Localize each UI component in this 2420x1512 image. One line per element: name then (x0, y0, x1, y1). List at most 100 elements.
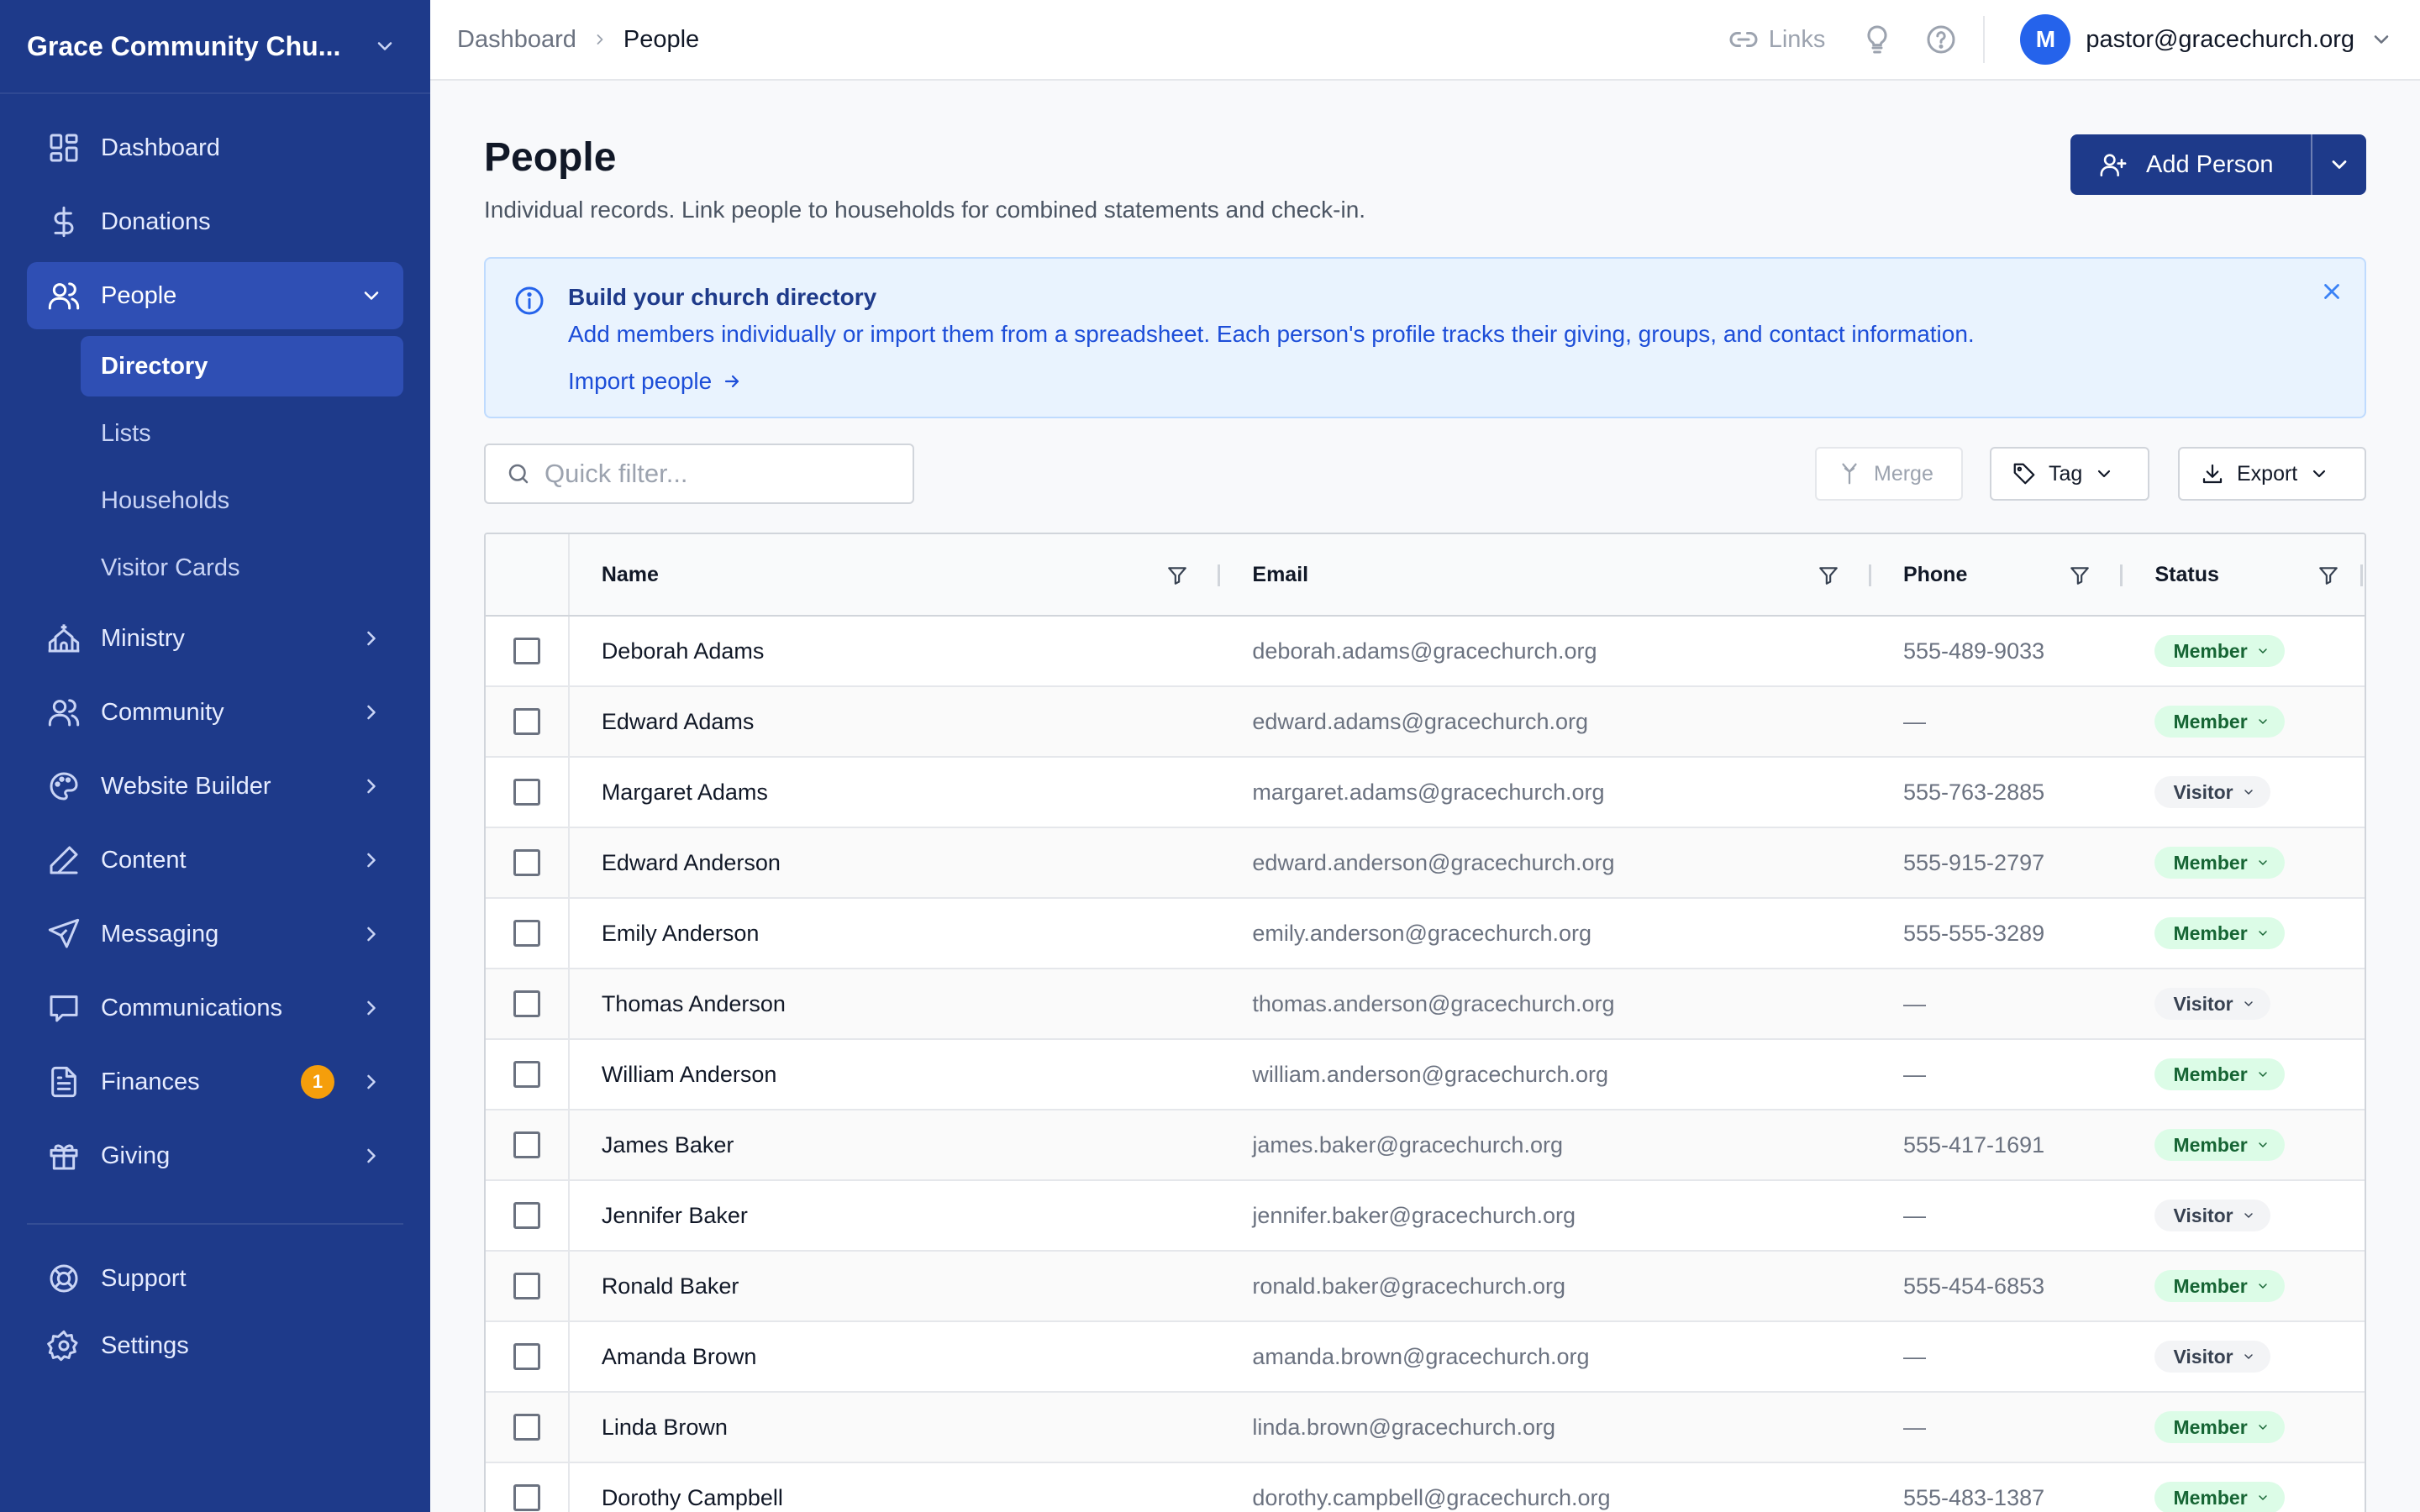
table-row[interactable]: Edward Anderson edward.anderson@gracechur… (486, 828, 2365, 899)
row-checkbox[interactable] (513, 1343, 540, 1370)
status-badge[interactable]: Member (2154, 706, 2285, 738)
add-person-button[interactable]: Add Person (2070, 134, 2311, 195)
status-badge[interactable]: Member (2154, 635, 2285, 667)
breadcrumb-dashboard[interactable]: Dashboard (457, 26, 576, 54)
table-row[interactable]: Linda Brown linda.brown@gracechurch.org — M… (486, 1393, 2365, 1463)
cell-name[interactable]: Dorothy Campbell (570, 1463, 1221, 1512)
tag-button[interactable]: Tag (1990, 447, 2149, 501)
sidebar-item-website-builder[interactable]: Website Builder (27, 753, 403, 820)
filter-icon[interactable] (2069, 564, 2091, 586)
cell-name[interactable]: Linda Brown (570, 1393, 1221, 1462)
row-checkbox[interactable] (513, 849, 540, 876)
table-row[interactable]: Jennifer Baker jennifer.baker@gracechurch… (486, 1181, 2365, 1252)
column-header-label: Status (2154, 562, 2219, 586)
column-header-status[interactable]: Status (2123, 534, 2365, 615)
sidebar-subitem-visitor-cards[interactable]: Visitor Cards (81, 538, 403, 598)
row-checkbox[interactable] (513, 1202, 540, 1229)
sidebar-item-donations[interactable]: Donations (27, 188, 403, 255)
status-badge[interactable]: Visitor (2154, 1200, 2270, 1231)
cell-name[interactable]: Ronald Baker (570, 1252, 1221, 1320)
chevron-down-icon[interactable] (2370, 28, 2393, 51)
help-icon[interactable] (1924, 23, 1958, 56)
sidebar-subitem-lists[interactable]: Lists (81, 403, 403, 464)
sidebar-subitem-households[interactable]: Households (81, 470, 403, 531)
org-switcher[interactable]: Grace Community Chu... (0, 0, 430, 94)
add-person-menu-button[interactable] (2311, 134, 2366, 195)
close-icon[interactable] (2319, 279, 2344, 304)
lightbulb-icon[interactable] (1860, 23, 1894, 56)
cell-name[interactable]: Emily Anderson (570, 899, 1221, 968)
table-row[interactable]: Margaret Adams margaret.adams@gracechurch… (486, 758, 2365, 828)
filter-icon[interactable] (1166, 564, 1188, 586)
cell-name[interactable]: Margaret Adams (570, 758, 1221, 827)
status-badge[interactable]: Visitor (2154, 1341, 2270, 1373)
cell-name[interactable]: William Anderson (570, 1040, 1221, 1109)
links-button[interactable]: Links (1728, 24, 1825, 55)
cell-name[interactable]: James Baker (570, 1110, 1221, 1179)
table-row[interactable]: Amanda Brown amanda.brown@gracechurch.org… (486, 1322, 2365, 1393)
table-row[interactable]: James Baker james.baker@gracechurch.org 55… (486, 1110, 2365, 1181)
row-checkbox[interactable] (513, 1414, 540, 1441)
cell-name[interactable]: Edward Anderson (570, 828, 1221, 897)
row-checkbox[interactable] (513, 1273, 540, 1299)
row-checkbox[interactable] (513, 1131, 540, 1158)
table-row[interactable]: Dorothy Campbell dorothy.campbell@gracech… (486, 1463, 2365, 1512)
row-checkbox[interactable] (513, 1061, 540, 1088)
column-header-phone[interactable]: Phone (1871, 534, 2123, 615)
cell-name[interactable]: Jennifer Baker (570, 1181, 1221, 1250)
sidebar-item-giving[interactable]: Giving (27, 1122, 403, 1189)
cell-email: linda.brown@gracechurch.org (1252, 1414, 1555, 1440)
cell-email: dorothy.campbell@gracechurch.org (1252, 1484, 1611, 1510)
status-badge[interactable]: Member (2154, 1270, 2285, 1302)
quick-filter-input[interactable] (544, 459, 897, 489)
row-checkbox[interactable] (513, 920, 540, 947)
info-icon (515, 286, 544, 315)
merge-button[interactable]: Merge (1815, 447, 1963, 501)
status-badge[interactable]: Member (2154, 1482, 2285, 1512)
table-row[interactable]: Ronald Baker ronald.baker@gracechurch.org… (486, 1252, 2365, 1322)
status-badge[interactable]: Visitor (2154, 776, 2270, 808)
row-checkbox[interactable] (513, 638, 540, 664)
status-badge[interactable]: Member (2154, 917, 2285, 949)
column-resize-handle[interactable] (2360, 564, 2363, 586)
status-badge[interactable]: Member (2154, 1058, 2285, 1090)
sidebar-item-ministry[interactable]: Ministry (27, 605, 403, 672)
filter-icon[interactable] (1818, 564, 1839, 586)
cell-name[interactable]: Thomas Anderson (570, 969, 1221, 1038)
sidebar-item-content[interactable]: Content (27, 827, 403, 894)
sidebar-item-settings[interactable]: Settings (27, 1312, 403, 1379)
table-row[interactable]: Thomas Anderson thomas.anderson@gracechur… (486, 969, 2365, 1040)
table-row[interactable]: William Anderson william.anderson@gracech… (486, 1040, 2365, 1110)
table-row[interactable]: Deborah Adams deborah.adams@gracechurch.o… (486, 617, 2365, 687)
row-checkbox[interactable] (513, 779, 540, 806)
status-badge[interactable]: Visitor (2154, 988, 2270, 1020)
sidebar-subitem-directory[interactable]: Directory (81, 336, 403, 396)
sidebar-item-people[interactable]: People (27, 262, 403, 329)
sidebar-item-dashboard[interactable]: Dashboard (27, 114, 403, 181)
status-badge[interactable]: Member (2154, 1411, 2285, 1443)
cell-name[interactable]: Amanda Brown (570, 1322, 1221, 1391)
sidebar-item-label: Giving (101, 1142, 171, 1169)
row-checkbox[interactable] (513, 1484, 540, 1511)
filter-icon[interactable] (2317, 564, 2339, 586)
table-row[interactable]: Emily Anderson emily.anderson@gracechurch… (486, 899, 2365, 969)
row-checkbox[interactable] (513, 708, 540, 735)
sidebar-item-community[interactable]: Community (27, 679, 403, 746)
cell-name[interactable]: Deborah Adams (570, 617, 1221, 685)
sidebar-item-finances[interactable]: Finances 1 (27, 1048, 403, 1116)
sidebar-item-support[interactable]: Support (27, 1245, 403, 1312)
column-header-name[interactable]: Name (570, 534, 1221, 615)
avatar[interactable]: M (2020, 14, 2071, 65)
status-badge[interactable]: Member (2154, 1129, 2285, 1161)
table-row[interactable]: Edward Adams edward.adams@gracechurch.org… (486, 687, 2365, 758)
import-people-link[interactable]: Import people (568, 368, 742, 395)
chevron-right-icon (367, 705, 376, 720)
row-checkbox[interactable] (513, 990, 540, 1017)
status-badge[interactable]: Member (2154, 847, 2285, 879)
sidebar-item-communications[interactable]: Communications (27, 974, 403, 1042)
column-header-email[interactable]: Email (1220, 534, 1871, 615)
sidebar-item-messaging[interactable]: Messaging (27, 900, 403, 968)
cell-name[interactable]: Edward Adams (570, 687, 1221, 756)
user-email[interactable]: pastor@gracechurch.org (2086, 26, 2354, 54)
export-button[interactable]: Export (2178, 447, 2366, 501)
